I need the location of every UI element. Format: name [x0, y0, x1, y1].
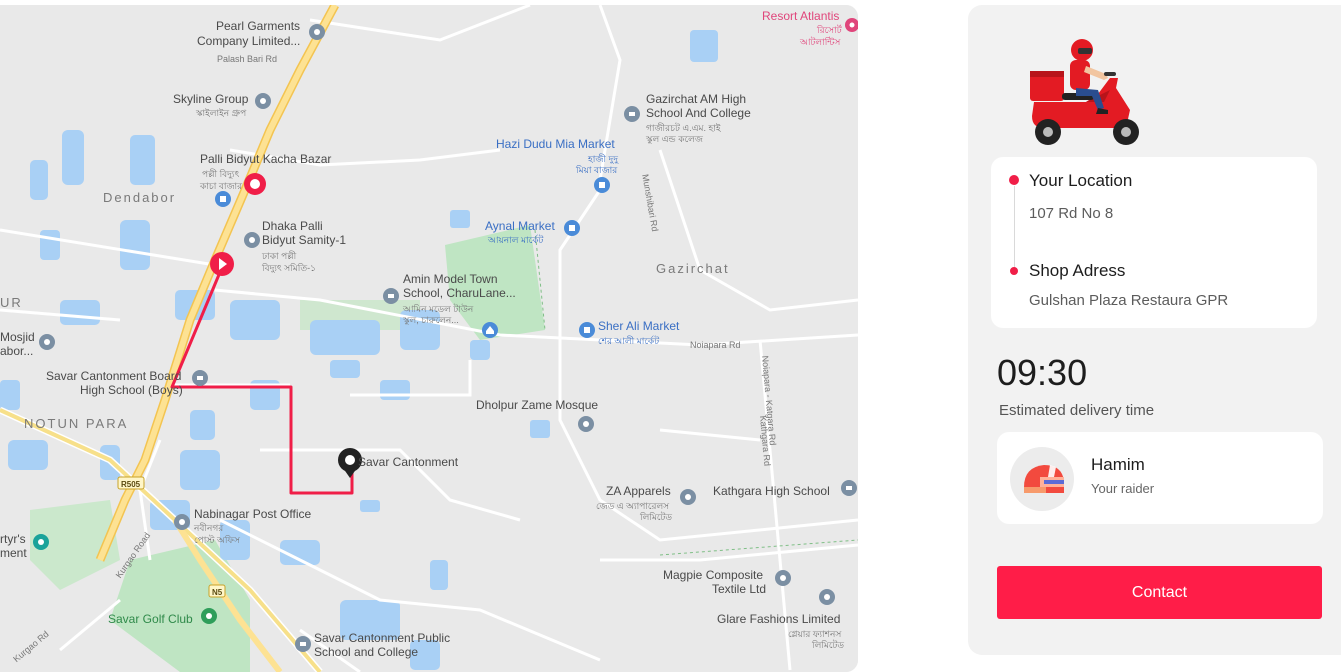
area-label: UR: [0, 295, 23, 310]
place-label-bn: আটলান্টিস: [800, 37, 841, 47]
place-label: abor...: [0, 344, 34, 358]
shop-address-title: Shop Adress: [1029, 261, 1126, 280]
place-label: Dholpur Zame Mosque: [476, 398, 599, 412]
place-label: School And College: [646, 106, 751, 120]
place-label: School, CharuLane...: [403, 286, 516, 300]
place-label: High School (Boys): [80, 383, 183, 397]
delivery-time: 09:30: [997, 352, 1088, 393]
road-label: Palash Bari Rd: [217, 54, 278, 64]
place-label-bn: স্কাইলাইন গ্রুপ: [196, 108, 247, 118]
place-label-bn: লিমিটেড: [812, 640, 844, 650]
your-location-value: 107 Rd No 8: [1029, 205, 1114, 222]
place-label: Aynal Market: [485, 219, 555, 233]
place-label: Savar Cantonment Board: [46, 369, 182, 383]
place-label-bn: মিয়া বাজার: [576, 165, 618, 175]
road-badge-label: N5: [212, 588, 223, 597]
place-label: Gazirchat AM High: [646, 92, 747, 106]
delivery-time-label: Estimated delivery time: [999, 402, 1155, 419]
your-location-dot: [1009, 175, 1019, 185]
road-badge-label: R505: [121, 480, 141, 489]
area-label: Dendabor: [103, 190, 177, 205]
place-label-bn: কাচা বাজার: [200, 181, 243, 191]
place-label-bn: স্কুল এন্ড কলেজ: [646, 134, 703, 144]
area-label: NOTUN PARA: [24, 416, 129, 431]
place-label: Textile Ltd: [712, 582, 767, 596]
place-label: rtyr's: [0, 532, 26, 546]
place-label-bn: পোস্ট অফিস: [194, 535, 240, 545]
place-label: Company Limited...: [197, 34, 301, 48]
place-label: Magpie Composite: [663, 568, 764, 582]
start-marker[interactable]: [244, 173, 266, 195]
place-label: Palli Bidyut Kacha Bazar: [200, 152, 332, 166]
place-label: School and College: [314, 645, 419, 659]
place-label: Sher Ali Market: [598, 319, 680, 333]
place-label-bn: শের আলী মার্কেট: [598, 336, 660, 346]
raider-role: Your raider: [1091, 481, 1155, 496]
place-label: Glare Fashions Limited: [717, 612, 841, 626]
place-label: Savar Golf Club: [108, 612, 193, 626]
place-label: Resort Atlantis: [762, 9, 840, 23]
place-label: Hazi Dudu Mia Market: [496, 137, 615, 151]
delivery-rider-illustration: [1030, 39, 1139, 145]
place-label: Nabinagar Post Office: [194, 507, 312, 521]
place-label-bn: লিমিটেড: [640, 512, 672, 522]
contact-button[interactable]: Contact: [997, 566, 1322, 619]
area-label: Gazirchat: [656, 261, 730, 276]
place-label-bn: স্কুল, চারুলেন...: [403, 315, 459, 325]
helmet-icon: [1024, 465, 1064, 493]
place-label: Bidyut Samity-1: [262, 233, 347, 247]
place-label-bn: আয়নাল মার্কেট: [488, 235, 544, 245]
place-label: Skyline Group: [173, 92, 249, 106]
route-connector-line: [1014, 186, 1015, 270]
shop-address-value: Gulshan Plaza Restaura GPR: [1029, 292, 1229, 309]
delivery-panel: [968, 5, 1341, 655]
place-label: ZA Apparels: [606, 484, 671, 498]
map-view[interactable]: Pearl Garments Company Limited... Palash…: [0, 5, 858, 672]
place-label: Savar Cantonment Public: [314, 631, 451, 645]
place-label-bn: বিদ্যুৎ সমিতি-১: [262, 263, 316, 273]
your-location-title: Your Location: [1029, 171, 1133, 190]
road-label: Noiapara Rd: [690, 340, 741, 350]
raider-avatar: [1010, 447, 1074, 511]
rider-position-marker[interactable]: [210, 252, 234, 276]
place-label: Mosjid: [0, 330, 35, 344]
place-label: Pearl Garments: [216, 19, 301, 33]
shop-address-dot: [1010, 267, 1018, 275]
place-label: ment: [0, 546, 27, 560]
raider-name: Hamim: [1091, 455, 1145, 474]
place-label: Dhaka Palli: [262, 219, 323, 233]
place-label: Amin Model Town: [403, 272, 498, 286]
place-label: Kathgara High School: [713, 484, 830, 498]
place-label: Savar Cantonment: [358, 455, 459, 469]
